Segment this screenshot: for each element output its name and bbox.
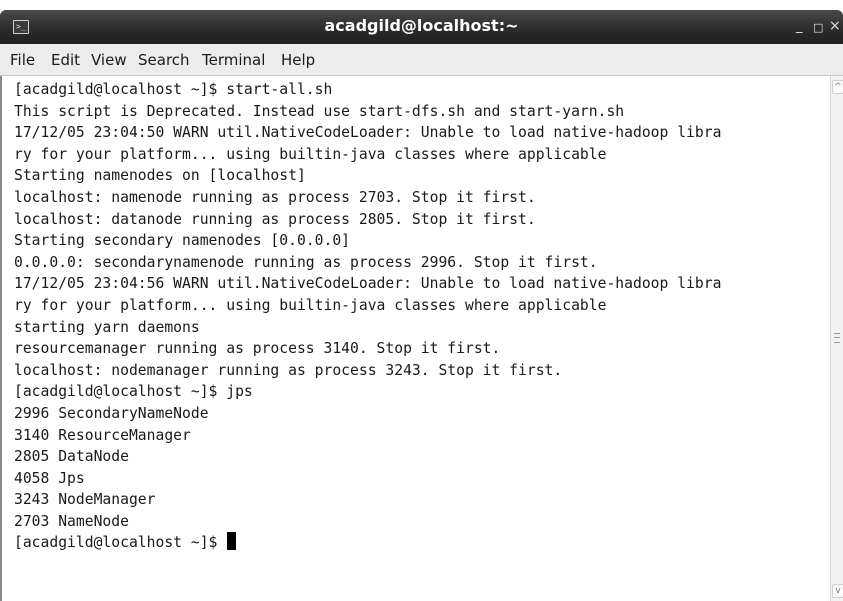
menu-edit[interactable]: Edit [51,51,80,69]
scroll-down-arrow-icon[interactable]: v [832,584,843,598]
terminal-line: 0.0.0.0: secondarynamenode running as pr… [14,253,598,271]
scroll-up-arrow-icon[interactable]: ^ [832,80,843,94]
menu-view[interactable]: View [91,51,127,69]
title-bar[interactable]: >_ acadgild@localhost:~ _ □ × [0,10,843,44]
maximize-icon[interactable]: □ [813,20,823,36]
terminal-line: Starting namenodes on [localhost] [14,167,306,185]
menu-terminal[interactable]: Terminal [202,51,265,69]
terminal-line: 17/12/05 23:04:56 WARN util.NativeCodeLo… [14,275,722,293]
terminal-line: Starting secondary namenodes [0.0.0.0] [14,232,351,250]
terminal-line: localhost: nodemanager running as proces… [14,361,563,379]
text-cursor [227,532,237,551]
vertical-scrollbar[interactable]: ^ v [830,76,843,601]
terminal-line: localhost: datanode running as process 2… [14,210,536,228]
menu-file[interactable]: File [10,51,35,69]
menu-help[interactable]: Help [281,51,315,69]
terminal-line: ry for your platform... using builtin-ja… [14,296,607,314]
shell-prompt: [acadgild@localhost ~]$ [14,534,227,552]
terminal-line: resourcemanager running as process 3140.… [14,340,501,358]
terminal-window: >_ acadgild@localhost:~ _ □ × File Edit … [0,0,843,601]
terminal-line: ry for your platform... using builtin-ja… [14,145,607,163]
terminal-line: [acadgild@localhost ~]$ start-all.sh [14,81,333,98]
terminal-lines: [acadgild@localhost ~]$ start-all.sh Thi… [14,79,721,554]
terminal-line: 17/12/05 23:04:50 WARN util.NativeCodeLo… [14,124,722,142]
window-top-strip [0,0,843,10]
close-icon[interactable]: × [829,18,841,34]
terminal-line: [acadgild@localhost ~]$ jps [14,383,253,401]
terminal-line: 4058 Jps [14,469,85,487]
terminal-line: starting yarn daemons [14,318,200,336]
terminal-line: 3140 ResourceManager [14,426,191,444]
terminal-line: 3243 NodeManager [14,491,156,509]
terminal-line: 2703 NameNode [14,512,129,530]
terminal-output[interactable]: [acadgild@localhost ~]$ start-all.sh Thi… [0,76,830,601]
terminal-line: This script is Deprecated. Instead use s… [14,102,625,120]
terminal-line: localhost: namenode running as process 2… [14,188,536,206]
terminal-line: 2996 SecondaryNameNode [14,404,209,422]
menu-search[interactable]: Search [138,51,190,69]
window-title: acadgild@localhost:~ [324,16,519,35]
terminal-line: 2805 DataNode [14,448,129,466]
scroll-grip-icon[interactable] [834,333,840,343]
minimize-icon[interactable]: _ [796,19,803,35]
menu-bar: File Edit View Search Terminal Help [0,44,843,76]
terminal-prompt-line[interactable]: [acadgild@localhost ~]$ [14,532,721,554]
